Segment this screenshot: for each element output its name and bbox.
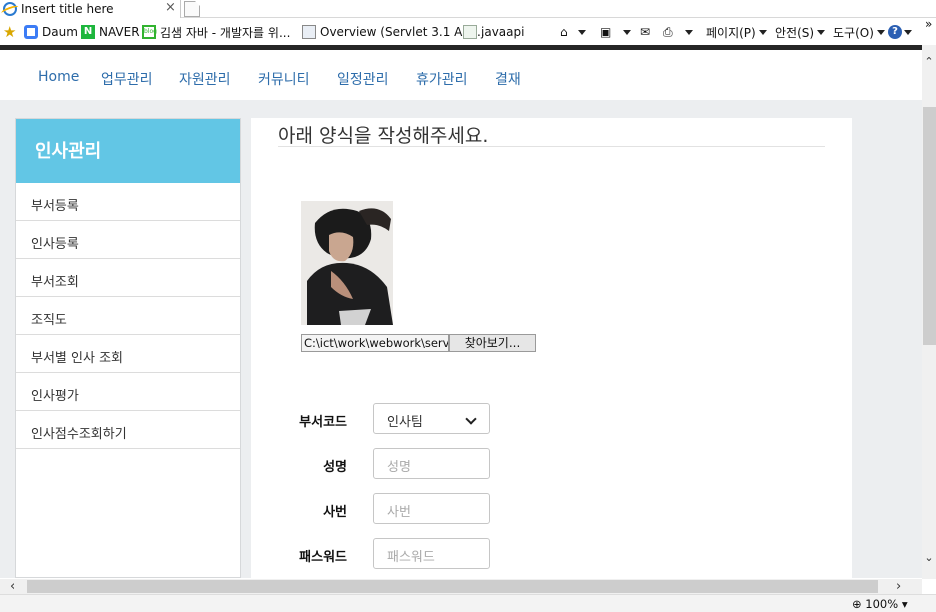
favorite-daum[interactable]: Daum — [24, 24, 78, 40]
file-path-field[interactable]: C:\ict\work\webwork\server — [301, 334, 449, 352]
scroll-down-icon[interactable]: ⌄ — [922, 551, 936, 564]
chevron-down-icon — [465, 413, 477, 425]
sidebar-item-dept-emp-search[interactable]: 부서별 인사 조회 — [16, 335, 240, 373]
zoom-control[interactable]: ⊕ 100% ▾ — [852, 597, 908, 611]
profile-photo — [301, 201, 393, 325]
nav-home[interactable]: Home — [38, 69, 79, 85]
page-menu[interactable]: 페이지(P) — [706, 24, 767, 40]
browser-tab-bar: Insert title here × — [0, 0, 936, 18]
page-heading: 아래 양식을 작성해주세요. — [278, 125, 489, 147]
main-panel: 아래 양식을 작성해주세요. C:\ict\work\webwork\serve… — [251, 118, 852, 578]
browser-tab[interactable]: Insert title here × — [0, 0, 181, 18]
help-icon[interactable]: ? — [888, 24, 912, 40]
safety-menu[interactable]: 안전(S) — [775, 24, 826, 40]
dept-code-select[interactable]: 인사팀 — [373, 403, 490, 434]
favorite-naver[interactable]: N NAVER — [81, 24, 140, 40]
nav-resources[interactable]: 자원관리 — [179, 69, 231, 89]
favorites-star-icon[interactable]: ★ — [3, 23, 18, 41]
page-icon — [302, 25, 316, 39]
nav-approval[interactable]: 결재 — [495, 69, 521, 89]
nav-community[interactable]: 커뮤니티 — [258, 69, 310, 89]
sidebar-title: 인사관리 — [16, 119, 240, 183]
sidebar-item-evaluation[interactable]: 인사평가 — [16, 373, 240, 411]
heading-divider — [278, 146, 825, 147]
name-field[interactable]: 성명 — [373, 448, 490, 479]
favorites-bar: ★ Daum N NAVER blog 김샘 자바 - 개발자를 위... Ov… — [0, 16, 936, 45]
vertical-scroll-thumb[interactable] — [923, 107, 936, 345]
tab-title: Insert title here — [21, 2, 114, 16]
name-label: 성명 — [323, 460, 347, 475]
dept-code-label: 부서코드 — [299, 415, 347, 430]
password-field[interactable]: 패스워드 — [373, 538, 490, 569]
top-navigation: Home 업무관리 자원관리 커뮤니티 일정관리 휴가관리 결재 — [0, 50, 922, 100]
sidebar-item-dept-search[interactable]: 부서조회 — [16, 259, 240, 297]
zoom-level: 100% — [865, 597, 899, 611]
browse-button[interactable]: 찾아보기... — [449, 334, 536, 352]
nav-work[interactable]: 업무관리 — [101, 69, 153, 89]
sidebar-item-org-chart[interactable]: 조직도 — [16, 297, 240, 335]
status-bar: ⊕ 100% ▾ — [0, 594, 936, 612]
horizontal-scrollbar[interactable]: ‹ › — [0, 579, 922, 594]
home-icon[interactable]: ⌂ — [560, 24, 586, 40]
sidebar: 인사관리 부서등록 인사등록 부서조회 조직도 부서별 인사 조회 인사평가 인… — [15, 118, 241, 578]
sidebar-item-emp-register[interactable]: 인사등록 — [16, 221, 240, 259]
tab-close-button[interactable]: × — [165, 0, 176, 15]
new-tab-icon[interactable] — [184, 1, 200, 17]
tools-menu[interactable]: 도구(O) — [833, 24, 885, 40]
web-page: Home 업무관리 자원관리 커뮤니티 일정관리 휴가관리 결재 인사관리 부서… — [0, 50, 922, 578]
favorite-blog[interactable]: blog 김샘 자바 - 개발자를 위... — [142, 24, 290, 40]
nav-schedule[interactable]: 일정관리 — [337, 69, 389, 89]
sidebar-item-score-search[interactable]: 인사점수조회하기 — [16, 411, 240, 449]
ie-logo-icon — [3, 2, 17, 16]
more-chevron-icon[interactable]: » — [925, 16, 932, 32]
vertical-scrollbar[interactable]: ⌃ ⌄ — [922, 45, 936, 579]
file-upload: C:\ict\work\webwork\server 찾아보기... — [301, 334, 536, 352]
blog-icon: blog — [142, 25, 157, 39]
scroll-up-icon[interactable]: ⌃ — [922, 55, 936, 68]
mail-icon[interactable]: ✉ — [640, 24, 650, 40]
horizontal-scroll-thumb[interactable] — [27, 580, 878, 593]
dept-code-value: 인사팀 — [387, 415, 423, 430]
nav-vacation[interactable]: 휴가관리 — [416, 69, 468, 89]
page-icon — [463, 25, 477, 39]
naver-icon: N — [81, 25, 95, 39]
favorite-servlet-api[interactable]: Overview (Servlet 3.1 API... — [302, 24, 485, 40]
scroll-right-icon[interactable]: › — [896, 579, 901, 594]
password-label: 패스워드 — [299, 550, 347, 565]
favorite-javaapi[interactable]: javaapi — [463, 24, 524, 40]
daum-icon — [24, 25, 38, 39]
scroll-left-icon[interactable]: ‹ — [10, 579, 15, 594]
rss-icon[interactable]: ▣ — [600, 24, 632, 40]
sidebar-item-dept-register[interactable]: 부서등록 — [16, 183, 240, 221]
emp-no-label: 사번 — [323, 505, 347, 520]
emp-no-field[interactable]: 사번 — [373, 493, 490, 524]
print-icon[interactable]: ⎙ — [663, 24, 693, 40]
